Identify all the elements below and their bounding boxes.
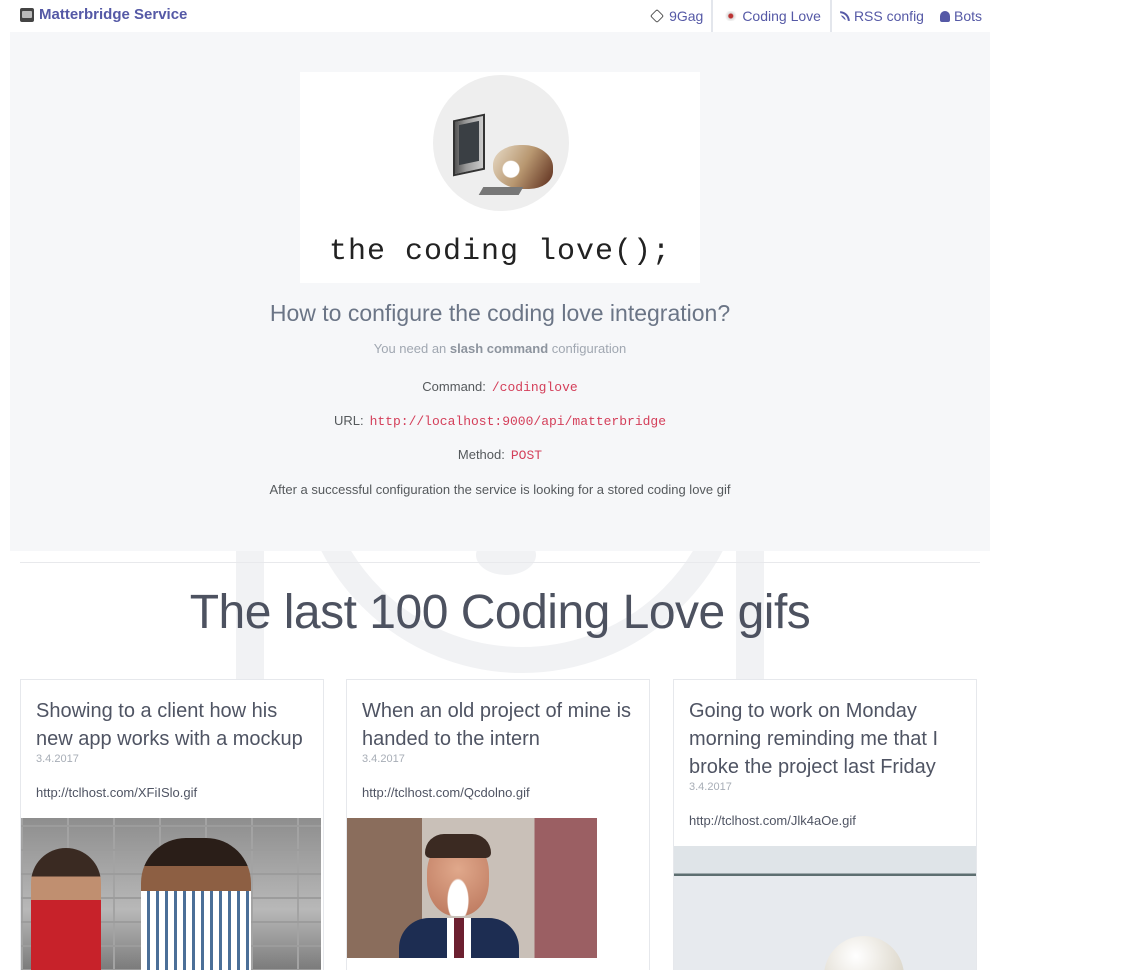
- coding-love-logo: the coding love();: [300, 72, 700, 283]
- card-date: 3.4.2017: [362, 753, 405, 765]
- nav-item-coding-love[interactable]: Coding Love: [711, 0, 832, 32]
- gif-image: [21, 818, 321, 970]
- gif-image: [347, 818, 597, 958]
- monitor-illustration: [453, 113, 485, 177]
- gif-link[interactable]: http://tclhost.com/Qcdolno.gif: [362, 785, 530, 800]
- section-divider: [20, 562, 980, 563]
- nav-item-label: 9Gag: [669, 8, 704, 24]
- card-title: When an old project of mine is handed to…: [362, 700, 632, 750]
- card-title: Going to work on Monday morning remindin…: [689, 700, 939, 778]
- config-title: How to configure the coding love integra…: [269, 300, 731, 326]
- nav-item-bots[interactable]: Bots: [932, 0, 990, 32]
- config-lead: You need an slash command configuration: [10, 341, 990, 356]
- tv-icon: [20, 7, 34, 22]
- lead-prefix: You need an: [373, 341, 447, 356]
- gif-card: When an old project of mine is handed to…: [346, 679, 650, 970]
- section-title: The last 100 Coding Love gifs: [189, 586, 811, 639]
- command-label: Command:: [422, 379, 486, 394]
- card-title: Showing to a client how his new app work…: [36, 700, 303, 750]
- polar-bear-illustration: [824, 936, 904, 970]
- config-note: After a successful configuration the ser…: [269, 482, 731, 497]
- gif-card: Showing to a client how his new app work…: [20, 679, 324, 970]
- card-date: 3.4.2017: [689, 781, 732, 793]
- person-illustration: [141, 838, 251, 970]
- coding-love-icon: [722, 11, 739, 21]
- nav-item-label: Bots: [953, 8, 982, 24]
- url-value: http://localhost:9000/api/matterbridge: [369, 414, 667, 429]
- method-row: Method: POST: [10, 447, 990, 463]
- gif-image: [674, 846, 976, 970]
- url-label: URL:: [333, 413, 364, 428]
- brand-link[interactable]: Matterbridge Service: [20, 6, 187, 23]
- logo-illustration: [433, 75, 569, 211]
- command-row: Command: /codinglove: [10, 379, 990, 395]
- nav-links: 9Gag Coding Love RSS config Bots: [644, 0, 990, 32]
- navbar: Matterbridge Service 9Gag Coding Love RS…: [0, 0, 990, 32]
- config-jumbotron: the coding love(); How to configure the …: [10, 32, 990, 551]
- nav-item-9gag[interactable]: 9Gag: [644, 0, 711, 32]
- keyboard-illustration: [478, 187, 524, 195]
- rss-icon: [839, 11, 850, 21]
- lead-bold: slash command: [449, 341, 549, 356]
- nav-item-rss-config[interactable]: RSS config: [832, 0, 932, 32]
- card-date: 3.4.2017: [36, 753, 79, 765]
- 9gag-icon: [649, 8, 665, 24]
- command-value: /codinglove: [491, 380, 578, 395]
- gif-link[interactable]: http://tclhost.com/Jlk4aOe.gif: [689, 813, 856, 828]
- logo-text: the coding love();: [328, 235, 672, 269]
- method-label: Method:: [457, 447, 505, 462]
- gif-card: Going to work on Monday morning remindin…: [673, 679, 977, 970]
- android-icon: [939, 10, 950, 22]
- sleeping-head-illustration: [493, 145, 553, 189]
- person-illustration: [31, 848, 101, 970]
- brand-label: Matterbridge Service: [39, 6, 188, 23]
- method-value: POST: [510, 448, 543, 463]
- url-row: URL: http://localhost:9000/api/matterbrid…: [10, 413, 990, 429]
- person-illustration: [399, 834, 519, 958]
- gif-link[interactable]: http://tclhost.com/XFiISlo.gif: [36, 785, 197, 800]
- nav-item-label: RSS config: [853, 8, 924, 24]
- nav-item-label: Coding Love: [742, 8, 821, 24]
- lead-suffix: configuration: [551, 341, 627, 356]
